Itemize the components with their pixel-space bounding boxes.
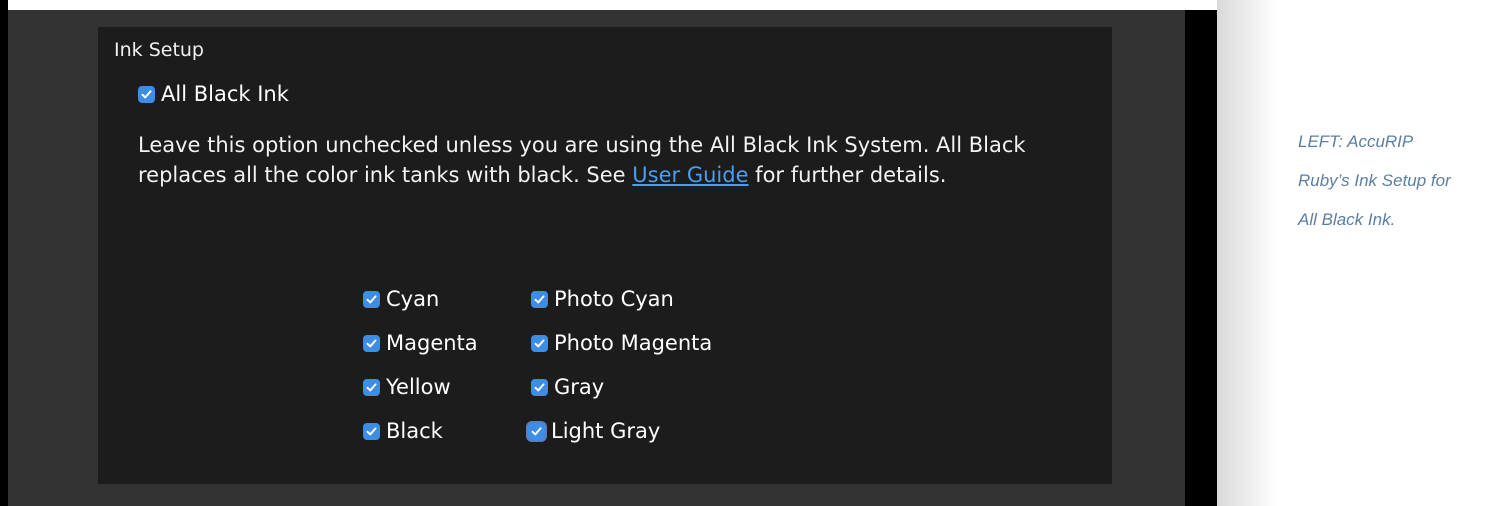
checkmark-icon[interactable] bbox=[363, 422, 380, 440]
checkbox-label: Photo Cyan bbox=[554, 287, 674, 311]
page-shadow bbox=[1217, 0, 1277, 506]
checkbox-label: Photo Magenta bbox=[554, 331, 713, 355]
ink-checkbox-photo-magenta[interactable]: Photo Magenta bbox=[531, 331, 712, 355]
caption-line: Ruby’s Ink Setup for bbox=[1298, 171, 1451, 190]
ink-checkbox-gray[interactable]: Gray bbox=[531, 375, 604, 399]
user-guide-link[interactable]: User Guide bbox=[632, 163, 748, 187]
description-text: Leave this option unchecked unless you a… bbox=[138, 130, 1088, 190]
checkbox-label: Magenta bbox=[386, 331, 478, 355]
checkbox-label: Yellow bbox=[386, 375, 451, 399]
checkmark-icon[interactable] bbox=[531, 334, 548, 352]
ink-checkbox-magenta[interactable]: Magenta bbox=[363, 331, 478, 355]
caption-line: All Black Ink. bbox=[1298, 210, 1396, 229]
checkbox-label: Black bbox=[386, 419, 443, 443]
ink-setup-panel: Ink Setup All Black Ink Leave this optio… bbox=[98, 27, 1112, 484]
figure-caption: LEFT: AccuRIP Ruby’s Ink Setup for All B… bbox=[1298, 122, 1498, 239]
checkbox-label: Light Gray bbox=[551, 419, 661, 443]
checkmark-icon[interactable] bbox=[531, 378, 548, 396]
ink-checkbox-light-gray[interactable]: Light Gray bbox=[528, 419, 660, 443]
page-background-top bbox=[0, 0, 1217, 10]
all-black-ink-checkbox[interactable]: All Black Ink bbox=[138, 82, 289, 106]
ink-checkbox-photo-cyan[interactable]: Photo Cyan bbox=[531, 287, 674, 311]
caption-line: LEFT: AccuRIP bbox=[1298, 132, 1414, 151]
description-part: for further details. bbox=[748, 163, 947, 187]
checkbox-label: Cyan bbox=[386, 287, 440, 311]
window-frame-left bbox=[0, 0, 8, 506]
checkmark-icon[interactable] bbox=[528, 422, 545, 440]
window-frame-right bbox=[1185, 10, 1217, 506]
ink-checkbox-black[interactable]: Black bbox=[363, 419, 443, 443]
ink-checkbox-yellow[interactable]: Yellow bbox=[363, 375, 451, 399]
checkmark-icon[interactable] bbox=[138, 85, 155, 103]
section-title: Ink Setup bbox=[114, 39, 204, 61]
checkbox-label: Gray bbox=[554, 375, 605, 399]
checkmark-icon[interactable] bbox=[363, 378, 380, 396]
checkmark-icon[interactable] bbox=[531, 290, 548, 308]
checkmark-icon[interactable] bbox=[363, 334, 380, 352]
checkbox-label: All Black Ink bbox=[161, 82, 289, 106]
checkmark-icon[interactable] bbox=[363, 290, 380, 308]
ink-checkbox-cyan[interactable]: Cyan bbox=[363, 287, 439, 311]
